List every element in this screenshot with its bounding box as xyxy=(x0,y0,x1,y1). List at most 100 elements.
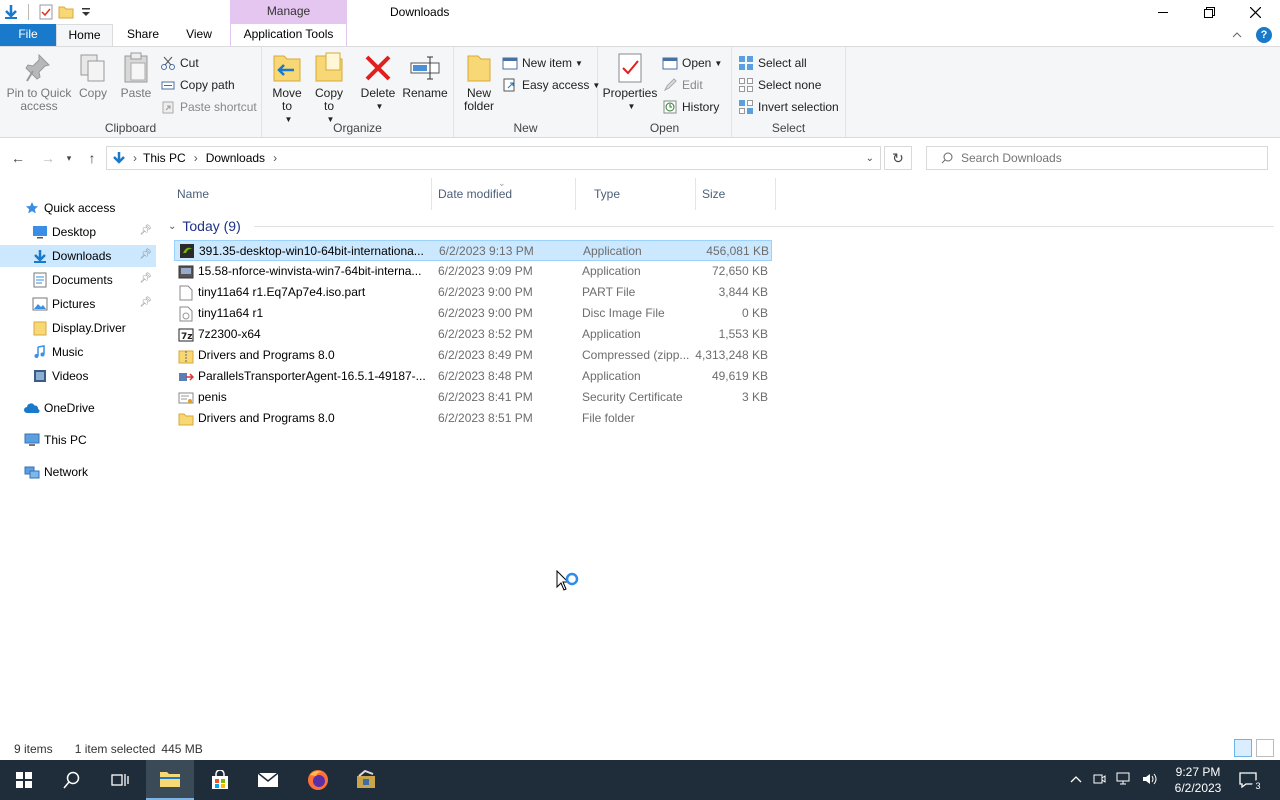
column-header-type[interactable]: Type xyxy=(576,178,696,210)
file-list: Name ⌄ Date modified Type Size ⌄ Today (… xyxy=(164,178,1280,738)
search-box[interactable] xyxy=(926,146,1268,170)
help-icon[interactable]: ? xyxy=(1256,27,1272,43)
restore-button[interactable] xyxy=(1186,0,1232,24)
manage-context-tab[interactable]: Manage xyxy=(230,0,347,24)
copy-path-button[interactable]: Copy path xyxy=(160,75,235,95)
copy-icon xyxy=(77,51,109,85)
qat-dropdown-icon[interactable] xyxy=(77,3,95,21)
tab-application-tools[interactable]: Application Tools xyxy=(230,24,347,46)
search-icon xyxy=(941,152,953,164)
copy-path-icon xyxy=(160,77,176,93)
taskbar: 9:27 PM 6/2/2023 3 xyxy=(0,760,1280,800)
open-button[interactable]: Open ▼ xyxy=(662,53,722,73)
nav-this-pc[interactable]: This PC xyxy=(0,429,156,451)
new-group-label: New xyxy=(513,121,538,135)
meet-now-icon[interactable] xyxy=(1092,772,1106,789)
breadcrumb-downloads[interactable]: Downloads xyxy=(206,151,265,165)
open-icon xyxy=(662,55,678,71)
history-button[interactable]: History xyxy=(662,97,719,117)
nav-documents[interactable]: Documents 📌︎ xyxy=(0,269,156,291)
search-taskbar-button[interactable] xyxy=(48,760,96,800)
breadcrumb-this-pc[interactable]: This PC xyxy=(143,151,186,165)
file-row[interactable]: tiny11a64 r1 6/2/2023 9:00 PM Disc Image… xyxy=(174,303,772,324)
column-header-size[interactable]: Size xyxy=(696,178,776,210)
new-folder-icon[interactable] xyxy=(57,3,75,21)
properties-button[interactable]: Properties ▼ xyxy=(603,51,657,113)
copy-to-button[interactable]: Copy to ▼ xyxy=(314,51,344,126)
tab-view[interactable]: View xyxy=(174,24,224,46)
search-input[interactable] xyxy=(961,151,1251,165)
file-row[interactable]: ParallelsTransporterAgent-16.5.1-49187-.… xyxy=(174,366,772,387)
easy-access-button[interactable]: Easy access ▼ xyxy=(502,75,600,95)
nav-network[interactable]: Network xyxy=(0,461,156,483)
collapse-ribbon-icon[interactable] xyxy=(1232,30,1242,40)
nav-music[interactable]: Music xyxy=(0,341,156,363)
parallels-transporter-icon xyxy=(178,369,194,385)
group-collapse-icon[interactable]: ⌄ xyxy=(168,221,176,232)
copy-button[interactable]: Copy xyxy=(78,51,108,100)
select-none-button[interactable]: Select none xyxy=(738,75,821,95)
file-row[interactable]: Drivers and Programs 8.0 6/2/2023 8:51 P… xyxy=(174,408,772,429)
edit-button[interactable]: Edit xyxy=(662,75,703,95)
paste-shortcut-button[interactable]: Paste shortcut xyxy=(160,97,257,117)
nav-display-driver[interactable]: Display.Driver xyxy=(0,317,156,339)
firefox-taskbar-button[interactable] xyxy=(294,760,342,800)
column-header-date-modified[interactable]: Date modified xyxy=(432,178,576,210)
installer-taskbar-button[interactable] xyxy=(342,760,390,800)
tab-file[interactable]: File xyxy=(0,24,56,46)
paste-button[interactable]: Paste xyxy=(120,51,152,100)
new-item-button[interactable]: New item ▼ xyxy=(502,53,583,73)
file-row[interactable]: penis 6/2/2023 8:41 PM Security Certific… xyxy=(174,387,772,408)
store-taskbar-button[interactable] xyxy=(196,760,244,800)
group-header-today[interactable]: ⌄ Today (9) xyxy=(168,216,241,236)
nav-desktop[interactable]: Desktop 📌︎ xyxy=(0,221,156,243)
back-button[interactable]: ← xyxy=(8,148,28,168)
rename-button[interactable]: Rename xyxy=(402,51,448,100)
mail-taskbar-button[interactable] xyxy=(244,760,292,800)
nav-videos[interactable]: Videos xyxy=(0,365,156,387)
start-button[interactable] xyxy=(0,760,48,800)
large-icons-view-button[interactable] xyxy=(1256,739,1274,757)
forward-button[interactable]: → xyxy=(38,148,58,168)
svg-text:7z: 7z xyxy=(181,332,193,342)
tab-home[interactable]: Home xyxy=(56,24,113,46)
column-header-name[interactable]: Name xyxy=(172,178,432,210)
recent-locations-button[interactable]: ▾ xyxy=(62,148,76,168)
refresh-icon: ↻ xyxy=(892,149,904,166)
downloads-arrow-icon[interactable] xyxy=(2,3,20,21)
invert-selection-button[interactable]: Invert selection xyxy=(738,97,839,117)
refresh-button[interactable]: ↻ xyxy=(884,146,912,170)
nav-onedrive[interactable]: OneDrive xyxy=(0,397,156,419)
file-row[interactable]: Drivers and Programs 8.0 6/2/2023 8:49 P… xyxy=(174,345,772,366)
file-row[interactable]: 391.35-desktop-win10-64bit-internationa.… xyxy=(174,240,772,261)
nav-quick-access[interactable]: Quick access xyxy=(0,197,156,219)
file-explorer-taskbar-button[interactable] xyxy=(146,760,194,800)
task-view-button[interactable] xyxy=(96,760,144,800)
pin-to-quick-access-button[interactable]: Pin to Quick access xyxy=(6,51,72,113)
details-view-button[interactable] xyxy=(1234,739,1252,757)
organize-group-label: Organize xyxy=(333,121,382,135)
nav-pictures[interactable]: Pictures 📌︎ xyxy=(0,293,156,315)
new-folder-button[interactable]: New folder xyxy=(462,51,496,113)
tab-share[interactable]: Share xyxy=(118,24,168,46)
close-button[interactable] xyxy=(1232,0,1278,24)
setup-installer-icon xyxy=(357,770,375,788)
move-to-button[interactable]: Move to ▼ xyxy=(270,51,304,126)
volume-icon[interactable] xyxy=(1142,772,1158,789)
address-bar[interactable]: › This PC › Downloads › ⌄ xyxy=(106,146,881,170)
taskbar-clock[interactable]: 9:27 PM 6/2/2023 xyxy=(1160,764,1236,796)
properties-check-icon[interactable] xyxy=(37,3,55,21)
nav-downloads[interactable]: Downloads 📌︎ xyxy=(0,245,156,267)
cut-button[interactable]: Cut xyxy=(160,53,199,73)
up-button[interactable]: ↑ xyxy=(82,148,102,168)
minimize-button[interactable] xyxy=(1140,0,1186,24)
address-dropdown-icon[interactable]: ⌄ xyxy=(866,153,874,164)
select-all-button[interactable]: Select all xyxy=(738,53,807,73)
file-row[interactable]: tiny11a64 r1.Eq7Ap7e4.iso.part 6/2/2023 … xyxy=(174,282,772,303)
delete-button[interactable]: Delete ▼ xyxy=(360,51,396,113)
busy-cursor-icon xyxy=(556,569,582,603)
network-tray-icon[interactable] xyxy=(1116,772,1132,789)
file-row[interactable]: 7z 7z2300-x64 6/2/2023 8:52 PM Applicati… xyxy=(174,324,772,345)
tray-chevron-up-icon[interactable] xyxy=(1070,774,1082,786)
file-row[interactable]: 15.58-nforce-winvista-win7-64bit-interna… xyxy=(174,261,772,282)
